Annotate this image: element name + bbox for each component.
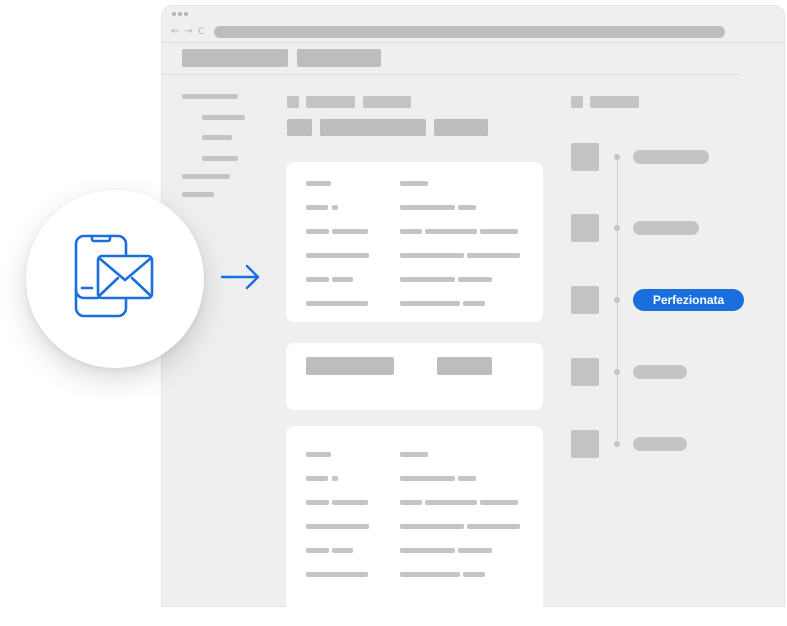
header-tab[interactable] xyxy=(182,49,288,67)
page-title xyxy=(434,119,488,136)
field-label xyxy=(400,452,428,457)
timeline-dot xyxy=(614,154,620,160)
back-arrow-icon[interactable]: ← xyxy=(171,27,179,37)
icon-badge-circle xyxy=(26,190,204,368)
arrow-right-icon xyxy=(220,264,260,290)
field-value xyxy=(400,205,455,210)
field-value xyxy=(458,548,492,553)
field-value xyxy=(425,229,477,234)
forward-arrow-icon[interactable]: → xyxy=(184,27,192,37)
field-value xyxy=(306,500,329,505)
address-bar[interactable] xyxy=(214,26,725,38)
field-value xyxy=(467,524,520,529)
phone-envelope-icon xyxy=(74,234,154,318)
field-value xyxy=(458,476,476,481)
summary-field xyxy=(306,357,394,375)
sidebar-subitem[interactable] xyxy=(202,156,238,161)
timeline-step-icon xyxy=(571,430,599,458)
field-value xyxy=(306,524,369,529)
field-value xyxy=(400,500,422,505)
field-value xyxy=(332,500,368,505)
timeline-step-icon xyxy=(571,358,599,386)
field-value xyxy=(400,229,422,234)
page-title xyxy=(320,119,426,136)
header-divider xyxy=(162,74,740,75)
field-value xyxy=(400,476,455,481)
breadcrumb[interactable] xyxy=(363,96,411,108)
timeline-step-icon xyxy=(571,143,599,171)
field-value xyxy=(306,277,329,282)
timeline-dot xyxy=(614,369,620,375)
field-value xyxy=(458,277,492,282)
sidebar-subitem[interactable] xyxy=(202,115,245,120)
field-value xyxy=(400,253,464,258)
field-value xyxy=(458,205,476,210)
timeline-step-icon xyxy=(571,214,599,242)
field-value xyxy=(332,548,353,553)
field-value xyxy=(332,476,338,481)
timeline-step-label xyxy=(633,221,699,235)
timeline-step-icon xyxy=(571,286,599,314)
field-label xyxy=(306,452,331,457)
field-label xyxy=(400,181,428,186)
field-value xyxy=(400,572,460,577)
timeline-dot xyxy=(614,297,620,303)
sidebar-item[interactable] xyxy=(182,174,230,179)
reload-icon[interactable]: C xyxy=(198,27,204,37)
breadcrumb[interactable] xyxy=(306,96,355,108)
field-value xyxy=(400,524,464,529)
field-value xyxy=(306,229,329,234)
field-value xyxy=(332,277,353,282)
detail-card xyxy=(286,426,543,626)
field-value xyxy=(400,277,455,282)
header-tab[interactable] xyxy=(297,49,381,67)
sidebar-item[interactable] xyxy=(182,94,238,99)
field-value xyxy=(332,205,338,210)
timeline-step-label xyxy=(633,150,709,164)
field-value xyxy=(480,229,518,234)
field-value xyxy=(306,572,368,577)
summary-card xyxy=(286,343,543,410)
window-dot xyxy=(172,12,176,16)
window-dot xyxy=(178,12,182,16)
field-value xyxy=(332,229,368,234)
timeline-dot xyxy=(614,441,620,447)
field-value xyxy=(463,301,485,306)
field-value xyxy=(425,500,477,505)
window-dot xyxy=(184,12,188,16)
timeline-step-label xyxy=(633,437,687,451)
status-badge: Perfezionata xyxy=(633,289,744,311)
timeline-dot xyxy=(614,225,620,231)
field-value xyxy=(306,548,329,553)
toolbar-divider xyxy=(162,42,784,43)
field-value xyxy=(306,253,369,258)
field-label xyxy=(306,181,331,186)
detail-card xyxy=(286,162,543,322)
field-value xyxy=(480,500,518,505)
summary-value xyxy=(437,357,492,375)
field-value xyxy=(400,548,455,553)
sidebar-subitem[interactable] xyxy=(202,135,232,140)
timeline-header-icon xyxy=(571,96,583,108)
field-value xyxy=(400,301,460,306)
page-title-icon xyxy=(287,119,312,136)
field-value xyxy=(306,476,328,481)
timeline-step-label xyxy=(633,365,687,379)
field-value xyxy=(306,205,328,210)
field-value xyxy=(463,572,485,577)
field-value xyxy=(306,301,368,306)
breadcrumb-icon xyxy=(287,96,299,108)
timeline-header xyxy=(590,96,639,108)
field-value xyxy=(467,253,520,258)
